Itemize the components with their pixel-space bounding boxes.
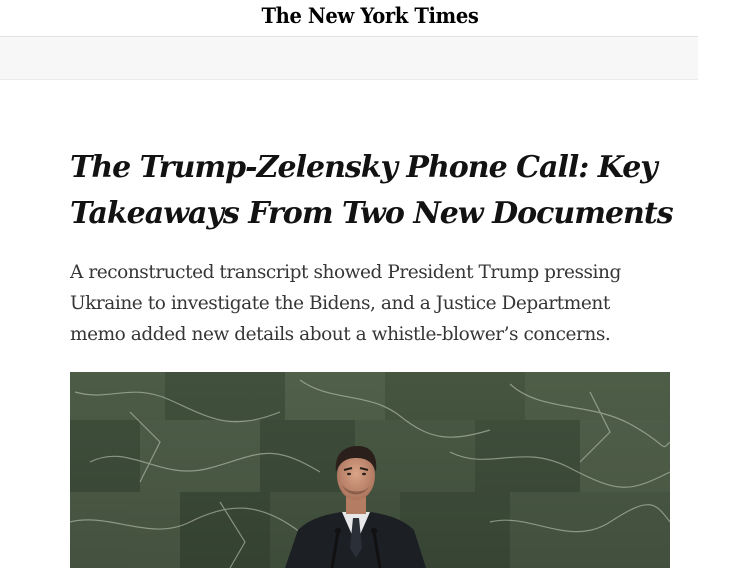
masthead: The New York Times [0, 0, 740, 36]
nyt-logo[interactable]: The New York Times [26, 2, 714, 30]
article-photo[interactable] [70, 372, 670, 568]
article-headline: The Trump-Zelensky Phone Call: Key Takea… [70, 150, 674, 231]
article-summary: A reconstructed transcript showed Presid… [70, 262, 621, 345]
section-nav-bar [0, 36, 698, 80]
